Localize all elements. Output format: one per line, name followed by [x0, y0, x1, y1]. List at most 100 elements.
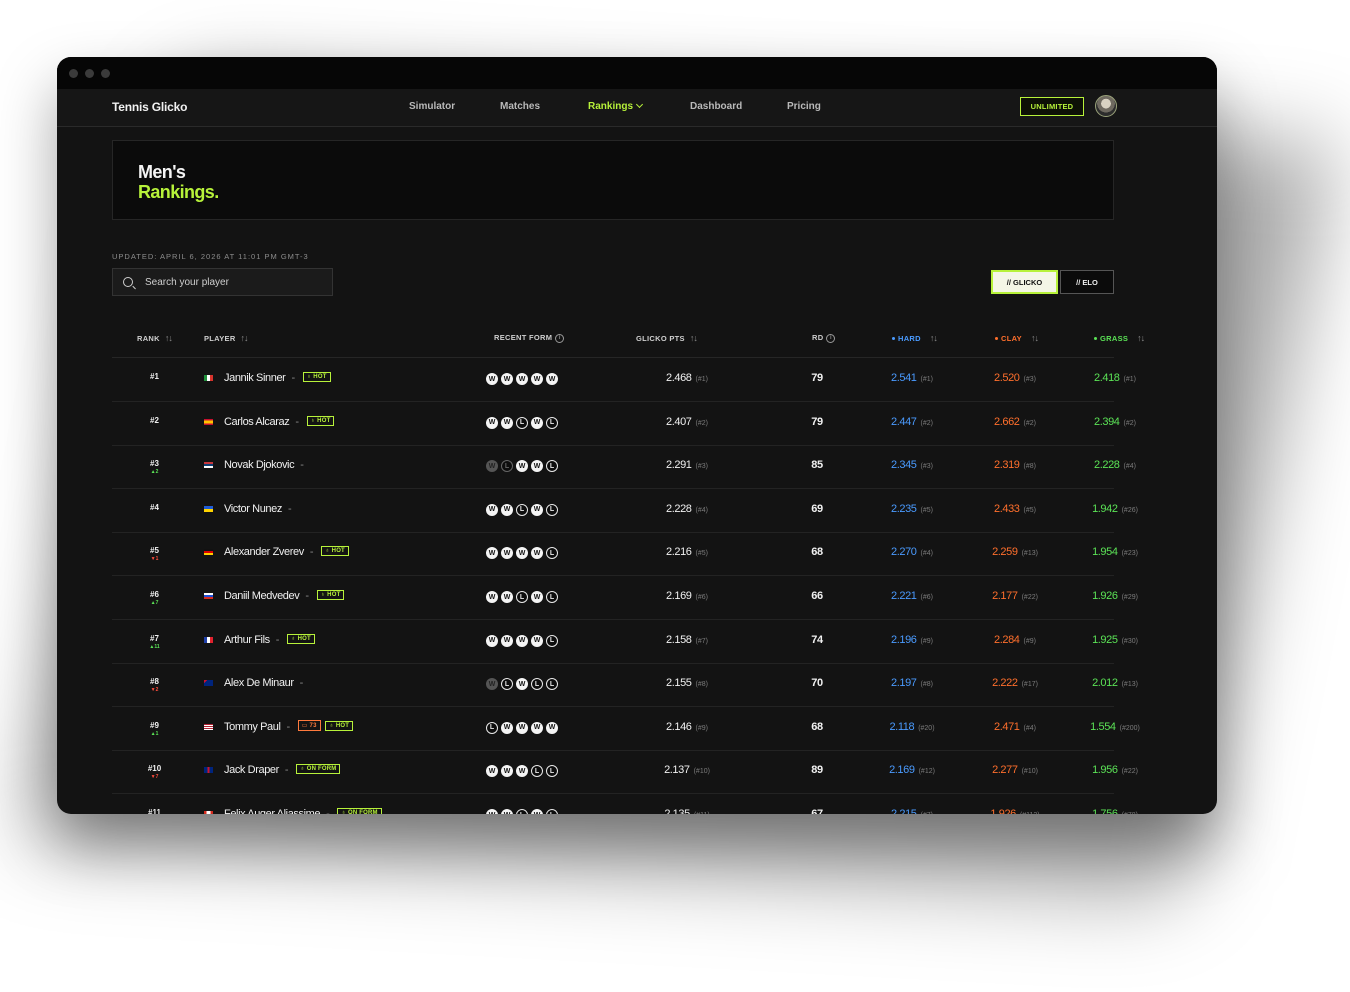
grass-rank: (#26) [1121, 506, 1138, 514]
user-avatar[interactable] [1095, 95, 1117, 117]
clay-points: 2.277 [992, 764, 1018, 777]
table-row[interactable]: #9 ▲1 Tommy Paul - ▭ 73 ♁ HOT LWWWW 2.146(… [112, 707, 1140, 751]
col-clay-label: CLAY [1001, 334, 1022, 343]
col-hard[interactable]: HARD ↑↓ [892, 333, 938, 343]
page-title: Men's [138, 162, 186, 182]
table-row[interactable]: #11 Felix Auger Aliassime-♁ ON FORM WWLW… [112, 794, 1138, 814]
player-name[interactable]: Alex De Minaur [224, 677, 294, 689]
glicko-points: 2.228 [666, 502, 692, 515]
player-name-cell[interactable]: Alexander Zverev - ♁ HOT [224, 546, 349, 558]
separator-dash: - [300, 459, 304, 472]
glicko-rank: (#9) [695, 724, 708, 732]
rank-delta: ▼1 [150, 556, 159, 563]
rank-delta: ▼2 [150, 687, 159, 694]
info-icon[interactable]: i [826, 333, 836, 343]
brand-logo[interactable]: Tennis Glicko [112, 100, 187, 114]
col-rank[interactable]: RANK ↑↓ [137, 333, 173, 343]
nav-pricing[interactable]: Pricing [787, 101, 821, 112]
player-name[interactable]: Daniil Medvedev [224, 590, 300, 602]
nav-matches[interactable]: Matches [500, 101, 540, 112]
player-name[interactable]: Novak Djokovic [224, 459, 295, 471]
clay-rank: (#17) [1021, 681, 1038, 689]
player-name[interactable]: Carlos Alcaraz [224, 416, 290, 428]
form-result-badge: W [501, 503, 513, 516]
form-result-badge: W [486, 678, 498, 691]
glicko-rank: (#4) [695, 506, 708, 514]
player-tag-label: ON FORM [348, 810, 378, 814]
col-clay[interactable]: CLAY ↑↓ [995, 333, 1039, 343]
flame-icon: ♁ [341, 810, 348, 814]
col-player[interactable]: PLAYER ↑↓ [204, 333, 249, 343]
form-result-badge: W [501, 721, 513, 734]
player-name-cell[interactable]: Carlos Alcaraz - ♁ HOT [224, 416, 335, 428]
plan-badge[interactable]: UNLIMITED [1020, 97, 1084, 116]
player-name[interactable]: Jannik Sinner [224, 372, 286, 384]
rd-cell: 85 [811, 459, 823, 472]
country-flag-icon [204, 375, 213, 381]
rank-delta: ▲1 [150, 730, 159, 737]
player-name[interactable]: Victor Nunez [224, 503, 282, 515]
player-name-cell[interactable]: Jannik Sinner - ♁ HOT [224, 372, 331, 384]
form-result-badge: W [486, 460, 498, 473]
player-name-cell[interactable]: Daniil Medvedev - ♁ HOT [224, 590, 345, 602]
rank-delta: ▲11 [149, 643, 160, 650]
nav-dashboard[interactable]: Dashboard [690, 101, 742, 112]
table-row[interactable]: #7 ▲11 Arthur Fils - ♁ HOT WWWWL 2.158 (#7)… [112, 620, 1138, 664]
form-result-badge: L [516, 503, 528, 516]
col-grass[interactable]: GRASS ↑↓ [1094, 333, 1145, 343]
search-box[interactable] [112, 268, 333, 296]
table-row[interactable]: #10 ▼7 Jack Draper - ♁ ON FORM WWWLL 2.137… [112, 750, 1138, 795]
player-name[interactable]: Alexander Zverev [224, 546, 304, 558]
table-row[interactable]: #8 ▼2 Alex De Minaur - WLWLL 2.155 (#8) 70… [112, 663, 1138, 708]
table-row[interactable]: #6 ▲7 Daniil Medvedev - ♁ HOT WWLWL 2.169(… [112, 576, 1138, 620]
col-glicko[interactable]: GLICKO PTS ↑↓ [636, 333, 698, 343]
hard-points-cell: 2.197 (#8) [867, 677, 957, 689]
grass-points: 1.756 [1092, 808, 1118, 814]
window-close-dot[interactable] [69, 69, 78, 78]
window-minimize-dot[interactable] [85, 69, 94, 78]
player-name-cell[interactable]: Felix Auger Aliassime - ♁ ON FORM [224, 808, 382, 814]
rank-cell: #3 ▲2 [112, 459, 197, 475]
form-result-badge: W [516, 634, 528, 647]
rank-cell: #10 ▼7 [112, 764, 197, 780]
country-flag-icon [204, 767, 213, 774]
glicko-points: 2.135 [664, 808, 690, 814]
table-row[interactable]: #4 Victor Nunez - WWLWL 2.228 (#4) 69 2.23… [112, 489, 1138, 533]
info-icon[interactable]: i [555, 333, 565, 343]
nav-rankings[interactable]: Rankings [588, 100, 644, 112]
form-result-badge: W [531, 634, 543, 647]
grass-points: 1.925 [1092, 633, 1118, 646]
search-input[interactable] [143, 275, 317, 289]
table-row[interactable]: #3 ▲2 Novak Djokovic - WLWWL 2.291 (#3) 85… [112, 445, 1136, 490]
player-name-cell[interactable]: Arthur Fils - ♁ HOT [224, 634, 315, 646]
player-name-cell[interactable]: Alex De Minaur - [224, 677, 309, 689]
form-result-badge: L [486, 721, 498, 734]
nav-simulator[interactable]: Simulator [409, 101, 455, 112]
player-name[interactable]: Tommy Paul [224, 721, 281, 733]
player-tag: ♁ HOT [286, 633, 315, 644]
hard-rank: (#20) [918, 724, 935, 732]
rank-number: #2 [150, 415, 159, 425]
rank-delta: ▲2 [150, 469, 159, 476]
player-name-cell[interactable]: Novak Djokovic - [224, 459, 309, 471]
glicko-points: 2.137 [664, 764, 690, 777]
clay-points-cell: 2.284 (#9) [970, 634, 1060, 646]
window-maximize-dot[interactable] [101, 69, 110, 78]
toggle-elo[interactable]: // ELO [1060, 270, 1114, 294]
player-name-cell[interactable]: Tommy Paul - ▭ 73 ♁ HOT [224, 720, 354, 733]
table-row[interactable]: #1 Jannik Sinner - ♁ HOT WWWWW 2.468 (#1) 7… [112, 358, 1136, 402]
table-row[interactable]: #2 Carlos Alcaraz - ♁ HOT WWLWL 2.407 (#2) … [112, 402, 1136, 446]
glicko-points: 2.468 [666, 372, 692, 384]
table-row[interactable]: #5 ▼1 Alexander Zverev - ♁ HOT WWWWL 2.216… [112, 532, 1138, 577]
grass-points-cell: 2.012 (#13) [1070, 677, 1160, 689]
player-name-cell[interactable]: Jack Draper - ♁ ON FORM [224, 764, 341, 776]
player-name-cell[interactable]: Victor Nunez - [224, 503, 297, 515]
player-name[interactable]: Arthur Fils [224, 634, 270, 646]
toggle-glicko[interactable]: // GLICKO [991, 270, 1058, 294]
glicko-points-cell: 2.158 (#7) [642, 634, 732, 646]
hard-points: 2.118 [889, 720, 915, 733]
player-name[interactable]: Jack Draper [224, 764, 279, 776]
glicko-rank: (#1) [695, 376, 708, 383]
nav-rankings-label: Rankings [588, 101, 634, 112]
player-name[interactable]: Felix Auger Aliassime [224, 808, 321, 814]
